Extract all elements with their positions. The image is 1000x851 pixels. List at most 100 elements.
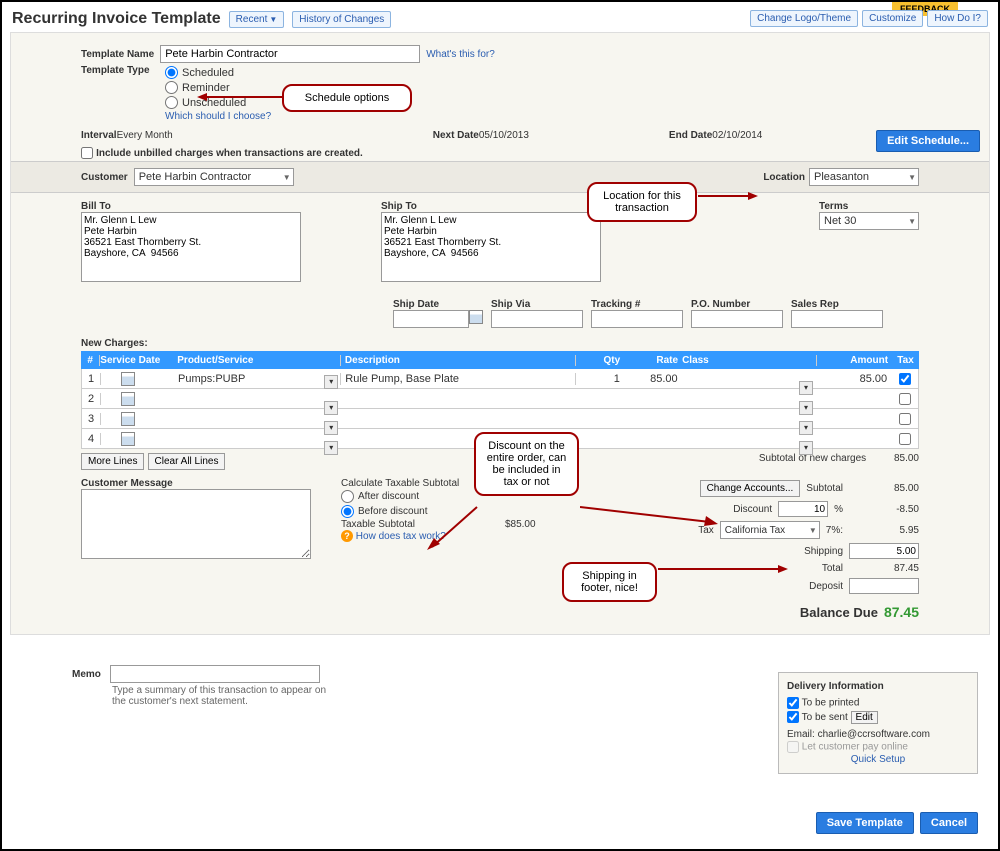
grid-header: # Service Date Product/Service Descripti… [81,351,919,369]
po-label: P.O. Number [691,299,783,310]
template-type-label: Template Type [81,65,159,122]
totals-section: Change Accounts...Subtotal85.00 Discount… [609,478,919,622]
balance-due-value: 87.45 [884,604,919,620]
location-label: Location [763,172,805,183]
change-accounts-button[interactable]: Change Accounts... [700,480,801,497]
include-unbilled-checkbox[interactable] [81,147,93,159]
tax-combo[interactable]: California Tax▼ [720,521,820,539]
chevron-down-icon[interactable]: ▾ [324,441,338,455]
po-input[interactable] [691,310,783,328]
memo-input[interactable] [110,665,320,683]
calendar-icon[interactable] [121,372,135,386]
ship-to-label: Ship To [381,201,601,212]
chevron-down-icon[interactable]: ▾ [799,381,813,395]
scheduled-radio[interactable] [165,66,178,79]
edit-delivery-button[interactable]: Edit [851,711,878,724]
tax-checkbox[interactable] [899,413,911,425]
to-be-printed-checkbox[interactable] [787,697,799,709]
template-name-label: Template Name [81,49,154,60]
annotation-shipping: Shipping in footer, nice! [562,562,657,602]
subtotal-new-label: Subtotal of new charges [759,453,866,464]
discount-input[interactable] [778,501,828,517]
ship-to-textarea[interactable]: Mr. Glenn L Lew Pete Harbin 36521 East T… [381,212,601,282]
clear-all-button[interactable]: Clear All Lines [148,453,226,470]
save-template-button[interactable]: Save Template [816,812,914,834]
chevron-down-icon[interactable]: ▾ [799,421,813,435]
annotation-location: Location for this transaction [587,182,697,222]
edit-schedule-button[interactable]: Edit Schedule... [876,130,980,152]
chevron-down-icon[interactable]: ▾ [324,375,338,389]
calendar-icon[interactable] [469,310,483,324]
customer-message-label: Customer Message [81,478,311,489]
table-row[interactable]: 1Pumps:PUBP▾Rule Pump, Base Plate185.00▾… [81,369,919,389]
chevron-down-icon[interactable]: ▾ [799,441,813,455]
new-charges-title: New Charges: [81,338,919,349]
interval-row: IntervalEvery Month Next Date05/10/2013 … [11,126,989,145]
table-row[interactable]: 3▾▾ [81,409,919,429]
reminder-label: Reminder [182,82,230,94]
customer-row: Customer Pete Harbin Contractor▼ Locatio… [11,161,989,193]
deposit-input[interactable] [849,578,919,594]
header-right: Change Logo/Theme Customize How Do I? [750,10,988,27]
ship-date-label: Ship Date [393,299,483,310]
before-discount-radio[interactable] [341,505,354,518]
chevron-down-icon[interactable]: ▾ [324,421,338,435]
page-title: Recurring Invoice Template [12,10,221,28]
address-section: Bill To Mr. Glenn L Lew Pete Harbin 3652… [11,193,989,293]
unscheduled-label: Unscheduled [182,97,246,109]
delivery-box: Delivery Information To be printed To be… [778,672,978,774]
whats-this-link[interactable]: What's this for? [426,49,495,60]
calendar-icon[interactable] [121,432,135,446]
customer-label: Customer [81,172,128,183]
customize-button[interactable]: Customize [862,10,923,27]
shipping-input[interactable] [849,543,919,559]
annotation-discount: Discount on the entire order, can be inc… [474,432,579,496]
tracking-input[interactable] [591,310,683,328]
how-tax-link[interactable]: How does tax work? [356,531,446,542]
table-row[interactable]: 2▾▾ [81,389,919,409]
delivery-title: Delivery Information [787,681,969,692]
after-discount-radio[interactable] [341,490,354,503]
annotation-schedule: Schedule options [282,84,412,112]
sales-rep-label: Sales Rep [791,299,883,310]
customer-message-textarea[interactable] [81,489,311,559]
tracking-label: Tracking # [591,299,683,310]
memo-hint: Type a summary of this transaction to ap… [112,685,342,707]
unscheduled-radio[interactable] [165,96,178,109]
delivery-email: charlie@ccrsoftware.com [818,729,930,740]
tax-checkbox[interactable] [899,433,911,445]
chevron-down-icon[interactable]: ▾ [324,401,338,415]
which-choose-link[interactable]: Which should I choose? [165,111,271,122]
recent-button[interactable]: Recent▼ [229,11,285,28]
ship-date-input[interactable] [393,310,469,328]
pay-online-checkbox [787,741,799,753]
calendar-icon[interactable] [121,392,135,406]
ship-via-input[interactable] [491,310,583,328]
ship-fields: Ship Date Ship Via Tracking # P.O. Numbe… [11,293,989,334]
sales-rep-input[interactable] [791,310,883,328]
location-combo[interactable]: Pleasanton▼ [809,168,919,186]
customer-combo[interactable]: Pete Harbin Contractor▼ [134,168,294,186]
terms-combo[interactable]: Net 30▼ [819,212,919,230]
template-section: Template Name What's this for? Template … [11,41,989,126]
template-name-input[interactable] [160,45,420,63]
how-do-i-button[interactable]: How Do I? [927,10,988,27]
chevron-down-icon[interactable]: ▾ [799,401,813,415]
subtotal-new-value: 85.00 [894,453,919,464]
terms-label: Terms [819,201,919,212]
quick-setup-link[interactable]: Quick Setup [851,754,905,765]
tax-checkbox[interactable] [899,373,911,385]
more-lines-button[interactable]: More Lines [81,453,144,470]
tax-checkbox[interactable] [899,393,911,405]
change-logo-button[interactable]: Change Logo/Theme [750,10,858,27]
bill-to-textarea[interactable]: Mr. Glenn L Lew Pete Harbin 36521 East T… [81,212,301,282]
cancel-button[interactable]: Cancel [920,812,978,834]
history-button[interactable]: History of Changes [292,11,391,28]
calendar-icon[interactable] [121,412,135,426]
reminder-radio[interactable] [165,81,178,94]
bill-to-label: Bill To [81,201,301,212]
footer-buttons: Save Template Cancel [816,812,978,834]
memo-label: Memo [72,669,101,680]
include-unbilled-label: Include unbilled charges when transactio… [96,148,363,159]
to-be-sent-checkbox[interactable] [787,711,799,723]
